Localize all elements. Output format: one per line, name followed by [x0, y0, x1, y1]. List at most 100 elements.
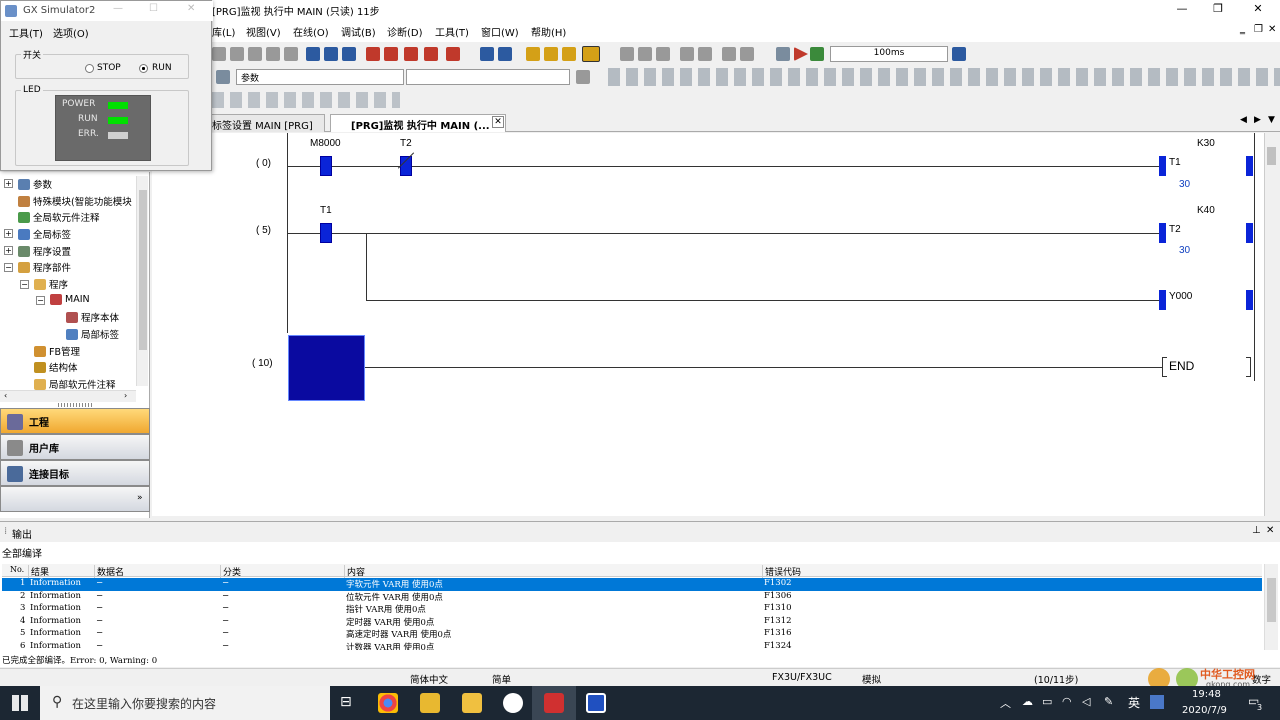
write-plc-icon[interactable] [306, 47, 320, 61]
redo-icon[interactable] [284, 47, 298, 61]
col-content[interactable]: 内容 [344, 565, 365, 578]
coil-left-bracket[interactable] [1159, 223, 1166, 243]
paste-icon[interactable] [248, 47, 262, 61]
tree-item-program[interactable]: 程序 [34, 277, 68, 291]
app-icon[interactable] [503, 693, 523, 713]
pin-icon[interactable]: ⊥ [1252, 525, 1261, 536]
sim-minimize-button[interactable]: — [113, 3, 123, 14]
search-device-icon[interactable] [366, 47, 380, 61]
minimize-button[interactable]: — [1172, 2, 1192, 15]
table-row[interactable]: 1 Information − − 字软元件 VAR用 使用0点 F1302 [2, 578, 1262, 591]
volume-icon[interactable]: ◁ [1082, 695, 1090, 708]
cross-ref-icon[interactable] [404, 47, 418, 61]
menu-debug[interactable]: 调试(B) [341, 24, 376, 39]
clock-time[interactable]: 19:48 [1192, 689, 1221, 700]
col-result[interactable]: 结果 [28, 565, 49, 578]
tree-item-program-body[interactable]: 程序本体 [66, 310, 119, 324]
play-icon[interactable] [794, 47, 808, 61]
contact-m8000[interactable] [320, 156, 332, 176]
tree-item-global-comment[interactable]: 全局软元件注释 [18, 210, 100, 224]
coil-right-bracket[interactable] [1246, 223, 1253, 243]
coil-right-bracket[interactable] [1246, 156, 1253, 176]
menu-window[interactable]: 窗口(W) [481, 24, 519, 39]
tree-item-program-settings[interactable]: 程序设置 [18, 244, 71, 258]
file-explorer-icon[interactable] [420, 693, 440, 713]
close-button[interactable]: ✕ [1248, 2, 1268, 15]
tree-expander[interactable]: − [20, 280, 29, 289]
maximize-button[interactable]: ❐ [1208, 2, 1228, 15]
table-row[interactable]: 5 Information − − 高速定时器 VAR用 使用0点 F1316 [2, 628, 1262, 641]
pen-icon[interactable]: ✎ [1104, 695, 1113, 708]
monitor-start-icon[interactable] [480, 47, 494, 61]
replace-icon[interactable] [446, 47, 460, 61]
ime-app-icon[interactable] [1150, 695, 1164, 709]
ladder-tool-1-icon[interactable] [620, 47, 634, 61]
table-row[interactable]: 3 Information − − 指针 VAR用 使用0点 F1310 [2, 603, 1262, 616]
tree-expander[interactable]: + [4, 246, 13, 255]
tree-item-special-module[interactable]: 特殊模块(智能功能模块 [18, 194, 132, 208]
table-row[interactable]: 6 Information − − 计数器 VAR用 使用0点 F1324 [2, 641, 1262, 651]
find-icon[interactable] [384, 47, 398, 61]
menu-library[interactable]: 库(L) [212, 24, 235, 39]
cursor-block[interactable] [288, 335, 365, 401]
editor-vertical-scrollbar[interactable] [1264, 133, 1278, 516]
ladder-tool-6-icon[interactable] [722, 47, 736, 61]
tree-item-parameter[interactable]: 参数 [18, 177, 52, 191]
parameter-combo[interactable]: 参数 [236, 69, 404, 85]
scrollbar-thumb[interactable] [1267, 578, 1276, 622]
device-list-icon[interactable] [424, 47, 438, 61]
splitter-grip[interactable] [58, 403, 92, 407]
col-category[interactable]: 分类 [220, 565, 241, 578]
output-vertical-scrollbar[interactable] [1264, 564, 1278, 650]
chevron-double-down-icon[interactable]: » [137, 493, 143, 503]
doc-icon[interactable] [576, 70, 590, 84]
tray-chevron-icon[interactable]: ︿ [1000, 695, 1011, 711]
windows-start-icon[interactable] [12, 695, 28, 711]
menu-view[interactable]: 视图(V) [246, 24, 281, 39]
cut-icon[interactable] [212, 47, 226, 61]
tree-horizontal-scrollbar[interactable]: ‹ › [0, 390, 136, 402]
verify-plc-icon[interactable] [342, 47, 356, 61]
tab-close-icon[interactable]: ✕ [492, 116, 504, 128]
coil-right-bracket[interactable] [1246, 290, 1253, 310]
task-view-icon[interactable]: ⊟ [340, 694, 352, 710]
mdi-restore-icon[interactable]: ❐ [1254, 24, 1263, 35]
table-row[interactable]: 4 Information − − 定时器 VAR用 使用0点 F1312 [2, 616, 1262, 629]
undo-icon[interactable] [266, 47, 280, 61]
tree-item-local-comment[interactable]: 局部软元件注释 [34, 377, 116, 391]
run-icon[interactable] [810, 47, 824, 61]
scrollbar-thumb[interactable] [1267, 147, 1276, 165]
coil-left-bracket[interactable] [1159, 290, 1166, 310]
tab-label-settings[interactable]: 标签设置 MAIN [PRG] [205, 114, 325, 132]
scroll-right-icon[interactable]: › [124, 391, 127, 400]
taskbar-search-box[interactable]: ⚲ 在这里输入你要搜索的内容 [40, 686, 330, 720]
tree-expander[interactable]: + [4, 229, 13, 238]
sim-menu-tools[interactable]: 工具(T) [9, 25, 43, 40]
nav-overflow-bar[interactable]: » [0, 486, 150, 512]
apply-scan-icon[interactable] [952, 47, 966, 61]
tree-expander[interactable]: + [4, 179, 13, 188]
menu-tools[interactable]: 工具(T) [435, 24, 469, 39]
tree-item-global-label[interactable]: 全局标签 [18, 227, 71, 241]
binoculars-icon[interactable] [216, 70, 230, 84]
cloud-icon[interactable]: ☁ [1022, 695, 1033, 708]
nav-project-button[interactable]: 工程 [0, 408, 150, 434]
watch-icon[interactable] [544, 47, 558, 61]
tab-scroll-left-icon[interactable]: ◀ [1240, 115, 1247, 125]
ladder-tool-7-icon[interactable] [740, 47, 754, 61]
nav-connection-button[interactable]: 连接目标 [0, 460, 150, 486]
coil-left-bracket[interactable] [1159, 156, 1166, 176]
sim-close-button[interactable]: ✕ [187, 3, 195, 14]
step-run-icon[interactable] [776, 47, 790, 61]
wifi-icon[interactable]: ◠ [1062, 695, 1072, 708]
col-error-code[interactable]: 错误代码 [762, 565, 801, 578]
tree-expander[interactable]: − [4, 263, 13, 272]
ladder-symbol-toolbar[interactable] [608, 68, 1280, 86]
clock-date[interactable]: 2020/7/9 [1182, 705, 1227, 716]
mdi-close-icon[interactable]: ✕ [1268, 24, 1276, 35]
tab-scroll-right-icon[interactable]: ▶ [1254, 115, 1261, 125]
copy-icon[interactable] [230, 47, 244, 61]
menu-help[interactable]: 帮助(H) [531, 24, 566, 39]
tree-item-fb-management[interactable]: FB管理 [34, 344, 80, 358]
sim-menu-options[interactable]: 选项(O) [53, 25, 89, 40]
